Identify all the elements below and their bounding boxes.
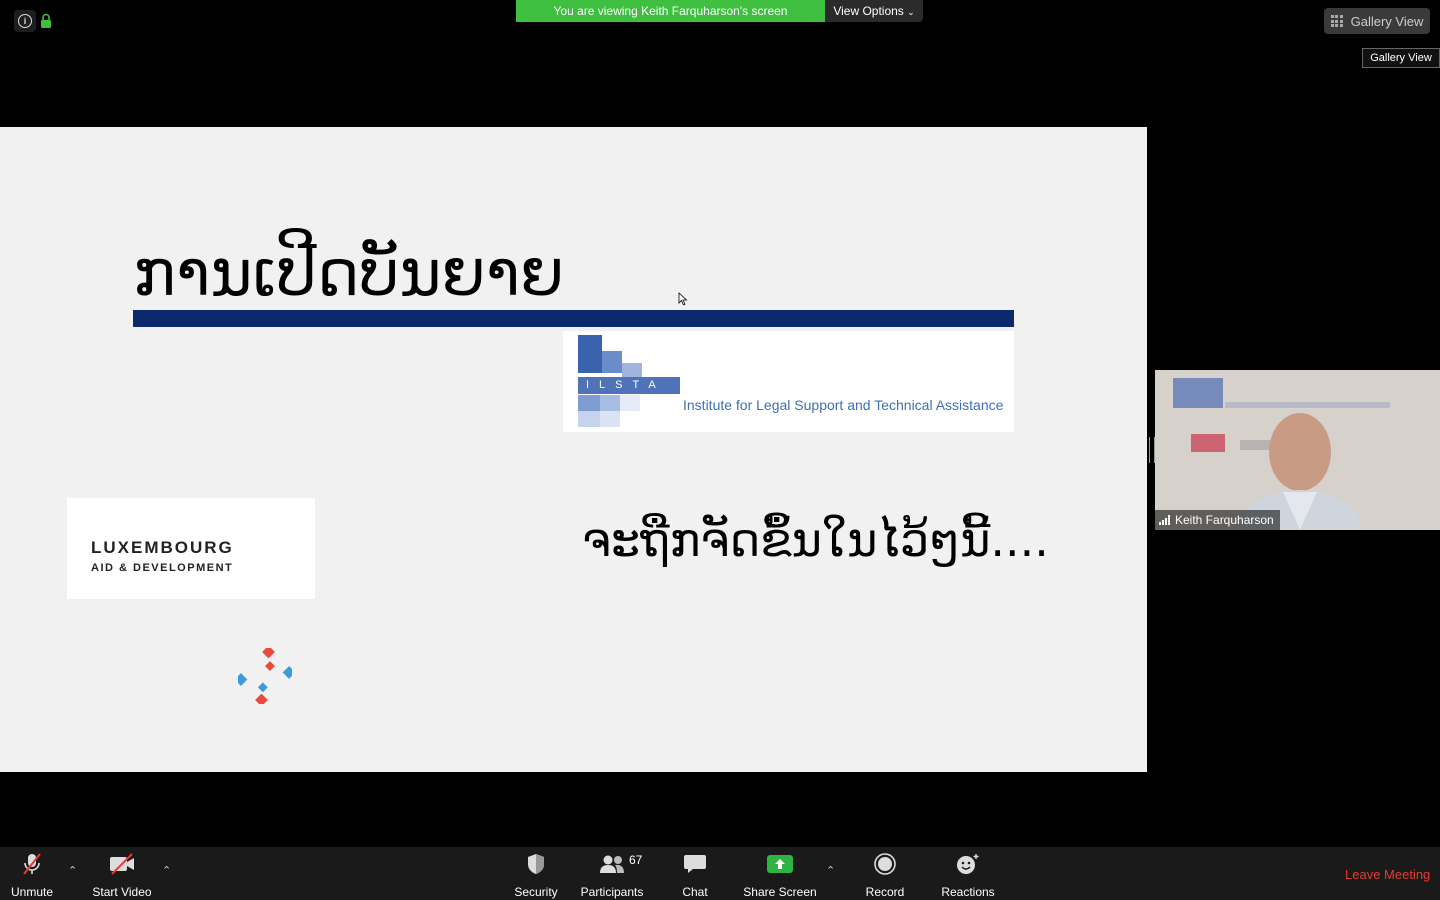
participants-count: 67	[629, 853, 643, 867]
leave-meeting-button[interactable]: Leave Meeting	[1345, 867, 1430, 882]
gallery-view-tooltip: Gallery View	[1362, 48, 1440, 68]
reactions-button[interactable]: Reactions	[938, 851, 998, 899]
participant-video-frame	[1155, 370, 1440, 530]
record-button[interactable]: Record	[862, 851, 908, 899]
security-button[interactable]: Security	[510, 851, 562, 899]
title-rule	[133, 310, 1014, 327]
luxembourg-mark-icon	[238, 648, 292, 704]
participant-name: Keith Farquharson	[1175, 513, 1274, 527]
reactions-smiley-icon	[957, 854, 979, 874]
security-label: Security	[514, 885, 558, 899]
slide-title: ການເປີດບັນຍາຍ	[133, 237, 565, 311]
signal-bars-icon	[1159, 515, 1170, 525]
gallery-view-label: Gallery View	[1350, 13, 1424, 29]
chevron-down-icon: ⌄	[907, 7, 915, 17]
slide-subtitle: ຈະຖືກຈັດຂຶ້ນໃນໄວ້ໆນີ້....	[582, 513, 1049, 567]
video-off-icon	[110, 853, 134, 875]
participant-video[interactable]	[1155, 370, 1440, 530]
record-label: Record	[865, 885, 905, 899]
gallery-view-button[interactable]: Gallery View	[1324, 8, 1430, 34]
start-video-button[interactable]: Start Video	[88, 851, 156, 899]
lux-logo-line2: AID & DEVELOPMENT	[91, 562, 234, 574]
unmute-button[interactable]: Unmute	[8, 851, 56, 899]
video-options-caret-icon[interactable]: ⌃	[162, 864, 171, 877]
chat-bubble-icon	[684, 855, 706, 873]
chat-button[interactable]: Chat	[676, 851, 714, 899]
meeting-info-icon[interactable]: i	[14, 10, 36, 32]
share-options-caret-icon[interactable]: ⌃	[826, 864, 835, 877]
view-options-button[interactable]: View Options ⌄	[825, 0, 923, 22]
ilsta-tagline: Institute for Legal Support and Technica…	[683, 397, 1004, 413]
viewing-screen-banner: You are viewing Keith Farquharson's scre…	[516, 0, 825, 22]
shared-screen	[0, 127, 1147, 772]
shield-icon	[528, 854, 544, 874]
participant-name-tag: Keith Farquharson	[1155, 510, 1280, 530]
grid-icon	[1330, 15, 1343, 27]
share-screen-icon	[767, 855, 793, 873]
share-screen-label: Share Screen	[743, 885, 817, 899]
muted-microphone-icon	[23, 853, 41, 875]
participants-label: Participants	[580, 885, 644, 899]
share-screen-button[interactable]: Share Screen	[740, 851, 820, 899]
mouse-cursor-icon	[678, 292, 688, 306]
chat-label: Chat	[682, 885, 708, 899]
unmute-label: Unmute	[10, 885, 54, 899]
reactions-label: Reactions	[941, 885, 995, 899]
start-video-label: Start Video	[92, 885, 152, 899]
lux-logo-line1: LUXEMBOURG	[91, 538, 234, 557]
view-options-label: View Options	[833, 4, 904, 18]
lock-icon[interactable]	[40, 13, 52, 29]
audio-options-caret-icon[interactable]: ⌃	[68, 864, 77, 877]
record-icon	[874, 853, 896, 875]
participants-icon	[600, 855, 624, 873]
meeting-toolbar	[0, 847, 1440, 900]
ilsta-letters: ILSTA	[578, 377, 680, 394]
